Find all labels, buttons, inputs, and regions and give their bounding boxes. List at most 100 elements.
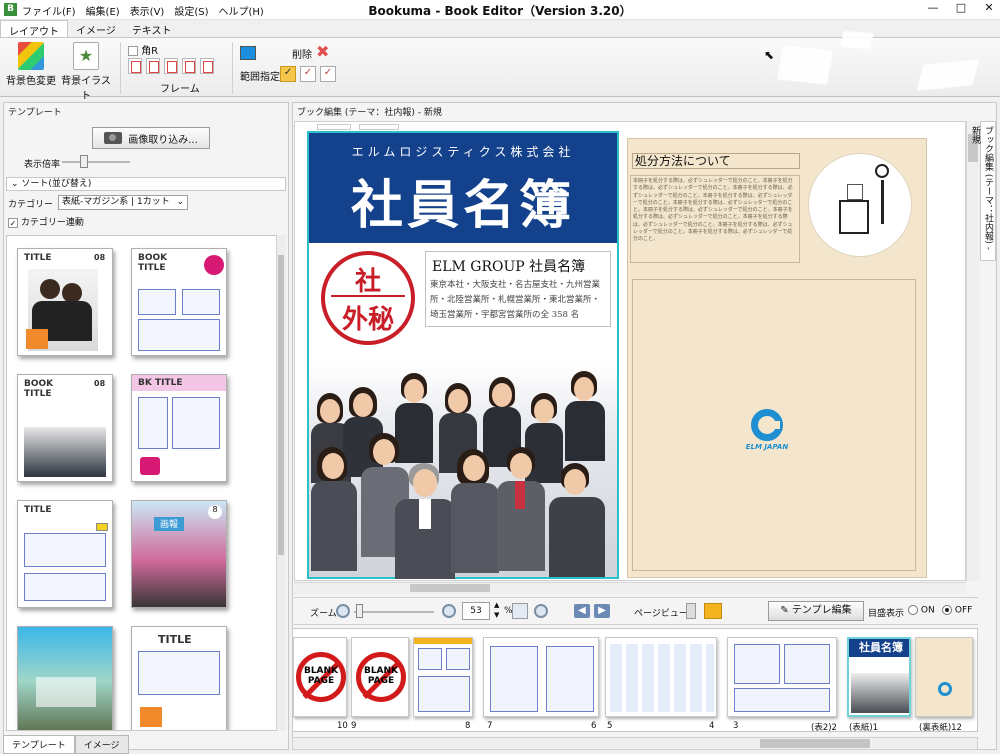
page-thumb-spread[interactable] <box>483 637 599 717</box>
page-thumb-spread[interactable] <box>605 637 717 717</box>
editor-side-tab[interactable]: ブック編集 (テーマ：社内報) - 新規 <box>970 121 996 261</box>
menu-help[interactable]: ヘルプ(H) <box>219 3 264 18</box>
frame-style-2-icon[interactable] <box>146 58 160 74</box>
page-canvas[interactable]: エルムロジスティクス株式会社 社員名簿 社 外秘 ELM GROUP 社員名簿 … <box>294 121 966 581</box>
group-photo[interactable] <box>309 363 617 579</box>
badge <box>140 707 162 727</box>
zoom-100-icon[interactable] <box>534 604 548 618</box>
corner-r-checkbox[interactable] <box>128 46 138 56</box>
page-label: 6 <box>591 721 597 731</box>
layout-frame <box>138 289 176 315</box>
corner-r-option[interactable]: 角R <box>128 42 158 57</box>
template-thumb[interactable]: BK TITLE <box>131 374 227 482</box>
template-scrollbar-thumb[interactable] <box>278 255 284 555</box>
tab-layout[interactable]: レイアウト <box>0 20 68 38</box>
page-thumb-blank[interactable]: BLANK PAGE <box>293 637 347 717</box>
tab-image-library[interactable]: イメージ <box>74 735 129 754</box>
template-thumb[interactable] <box>17 626 113 730</box>
frame-style-4-icon[interactable] <box>182 58 196 74</box>
layout-frame <box>138 319 220 351</box>
menu-view[interactable]: 表示(V) <box>130 3 165 18</box>
stamp-rule <box>331 295 405 297</box>
ribbon-separator <box>232 42 233 94</box>
category-link-option[interactable]: ✓ カテゴリー連動 <box>8 215 84 228</box>
page-thumb-blank[interactable]: BLANK PAGE <box>351 637 409 717</box>
zoom-input[interactable]: 53 <box>462 602 490 620</box>
zoom-out-icon[interactable] <box>336 604 350 618</box>
category-link-label: カテゴリー連動 <box>20 218 84 228</box>
template-thumb[interactable]: 画報 8 <box>131 500 227 608</box>
spread-page-icon[interactable] <box>704 603 722 619</box>
page-thumb-back[interactable] <box>915 637 973 717</box>
guide-off-option[interactable]: OFF <box>942 605 972 616</box>
template-thumb[interactable]: TITLE <box>131 626 227 730</box>
bg-illust-button[interactable]: ★ 背景イラスト <box>58 38 114 102</box>
frame-style-1-icon[interactable] <box>128 58 142 74</box>
sort-bar[interactable]: ⌄ ソート(並び替え) <box>6 177 286 191</box>
single-page-icon[interactable] <box>686 603 696 619</box>
menu-file[interactable]: ファイル(F) <box>22 3 76 18</box>
paper-icon <box>847 184 863 200</box>
delete-icon[interactable]: ✖ <box>316 42 329 61</box>
editor-horizontal-scrollbar[interactable] <box>294 582 966 594</box>
tab-image[interactable]: イメージ <box>68 20 124 38</box>
editor-horizontal-scrollbar-thumb[interactable] <box>410 584 490 592</box>
guide-off-radio[interactable] <box>942 605 952 615</box>
editor-vertical-scrollbar[interactable] <box>966 121 980 581</box>
import-image-button[interactable]: 画像取り込み... <box>92 127 210 149</box>
zoom-spinner-icon[interactable]: ▲ ▼ <box>494 600 499 620</box>
category-select[interactable]: 表紙-マガジン系 | 1カット ⌄ <box>58 195 188 210</box>
back-heading[interactable]: 処分方法について <box>632 153 800 169</box>
template-thumb[interactable]: TITLE <box>17 500 113 608</box>
thumb-title: BOOK TITLE <box>24 379 54 399</box>
template-thumb[interactable]: BOOK TITLE <box>131 248 227 356</box>
scale-slider-thumb[interactable] <box>80 155 88 168</box>
page-strip-scrollbar-thumb[interactable] <box>760 739 870 748</box>
zoom-in-icon[interactable] <box>442 604 456 618</box>
menu-settings[interactable]: 設定(S) <box>174 3 208 18</box>
page-thumb-cover[interactable]: 社員名簿 <box>847 637 911 717</box>
range-check-all-icon[interactable]: ✓ <box>300 66 316 82</box>
range-uncheck-icon[interactable]: ✓ <box>320 66 336 82</box>
template-thumb[interactable]: TITLE 08 <box>17 248 113 356</box>
frame-style-5-icon[interactable] <box>200 58 214 74</box>
page-thumb[interactable] <box>413 637 473 717</box>
camera-icon <box>104 132 123 144</box>
layout-frame <box>418 648 442 670</box>
stamp-line-2: 外秘 <box>341 305 394 335</box>
subtitle-box[interactable]: ELM GROUP 社員名簿 東京本社・大阪支社・名古屋支社・九州営業所・北陸営… <box>425 251 611 327</box>
tab-template[interactable]: テンプレート <box>3 735 75 754</box>
maximize-button[interactable]: □ <box>954 1 968 14</box>
template-panel-title: テンプレート <box>8 108 62 118</box>
layout-frame <box>24 533 106 567</box>
guide-on-radio[interactable] <box>908 605 918 615</box>
range-check-icon[interactable]: ✓ <box>280 66 296 82</box>
minimize-button[interactable]: — <box>926 1 940 14</box>
cover-badge <box>26 329 48 349</box>
person-figure <box>40 279 60 299</box>
close-button[interactable]: ✕ <box>982 1 996 14</box>
page-strip: BLANK PAGE BLANK PAGE 社員名簿 10 9 8 7 6 5 … <box>292 628 978 732</box>
category-link-checkbox[interactable]: ✓ <box>8 217 18 228</box>
bg-color-button[interactable]: 背景色変更 <box>6 38 56 87</box>
tab-text[interactable]: テキスト <box>124 20 180 38</box>
frame-style-3-icon[interactable] <box>164 58 178 74</box>
page-strip-scrollbar[interactable] <box>292 737 978 750</box>
cover-page[interactable]: エルムロジスティクス株式会社 社員名簿 社 外秘 ELM GROUP 社員名簿 … <box>307 131 619 579</box>
guide-on-option[interactable]: ON <box>908 605 935 616</box>
next-page-icon[interactable]: ▶ <box>594 604 610 618</box>
book-decoration-icon <box>840 30 874 50</box>
template-edit-button[interactable]: ✎ テンプレ編集 <box>768 601 864 621</box>
template-edit-label: テンプレ編集 <box>791 605 852 616</box>
prev-page-icon[interactable]: ◀ <box>574 604 590 618</box>
blank-page-text: BLANK PAGE <box>303 666 339 686</box>
template-thumb[interactable]: BOOK TITLE 08 <box>17 374 113 482</box>
zoom-fit-icon[interactable] <box>512 603 528 619</box>
back-body-text[interactable]: 本冊子を処分する際は、必ずシュレッダーで処分のこと。本冊子を処分する際は、必ずシ… <box>630 175 800 263</box>
template-thumbnails: TITLE 08 BOOK TITLE BOOK TITLE 08 BK TIT… <box>6 235 286 731</box>
menu-edit[interactable]: 編集(E) <box>86 3 120 18</box>
page-thumb-spread[interactable] <box>727 637 837 717</box>
color-swatch-icon[interactable] <box>240 46 256 60</box>
zoom-slider-thumb[interactable] <box>356 604 363 618</box>
back-cover-page[interactable]: 処分方法について 本冊子を処分する際は、必ずシュレッダーで処分のこと。本冊子を処… <box>627 138 927 578</box>
